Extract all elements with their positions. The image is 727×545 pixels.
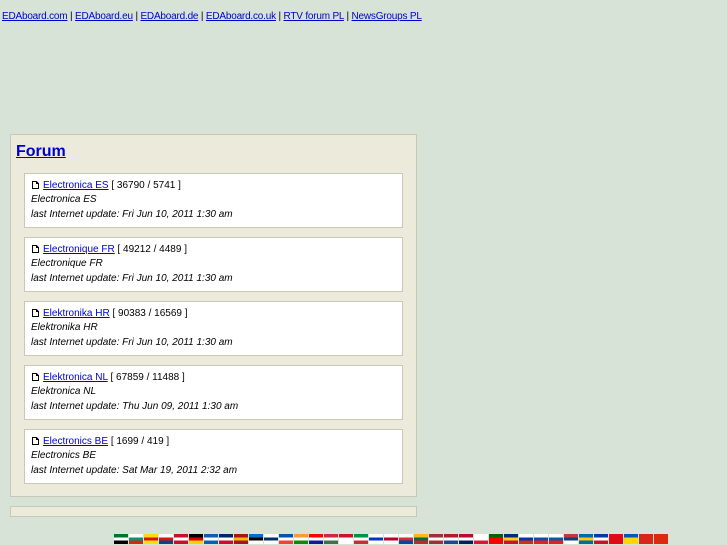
separator: | — [346, 11, 350, 22]
forum-link-elektronika-hr[interactable]: Elektronika HR — [43, 308, 110, 319]
lv-flag-icon[interactable] — [429, 534, 443, 544]
document-icon — [32, 309, 39, 317]
forum-item-electronics-be: Electronics BE [ 1699 / 419 ] Electronic… — [24, 429, 403, 484]
item-header: Elektronica NL [ 67859 / 11488 ] — [32, 372, 185, 383]
forum-panel: Forum Electronica ES [ 36790 / 5741 ] El… — [10, 134, 417, 497]
lt-flag-icon[interactable] — [414, 534, 428, 544]
link-newsgroups-pl[interactable]: NewsGroups PL — [352, 11, 422, 22]
document-icon — [32, 245, 39, 253]
item-counts: [ 90383 / 16569 ] — [112, 308, 188, 319]
cn-flag-icon[interactable] — [654, 534, 668, 544]
document-icon — [32, 181, 39, 189]
item-header: Electronica ES [ 36790 / 5741 ] — [32, 180, 181, 191]
item-last-update: last Internet update: Sat Mar 19, 2011 2… — [31, 465, 238, 476]
hu-flag-icon[interactable] — [324, 534, 338, 544]
es-flag-icon[interactable] — [234, 534, 248, 544]
item-description: Electronique FR — [31, 258, 103, 269]
hr-flag-icon[interactable] — [309, 534, 323, 544]
ro-flag-icon[interactable] — [504, 534, 518, 544]
item-description: Electronica ES — [31, 194, 97, 205]
link-edaboard-eu[interactable]: EDAboard.eu — [75, 11, 133, 22]
forum-link-electronique-fr[interactable]: Electronique FR — [43, 244, 115, 255]
fr-flag-icon[interactable] — [279, 534, 293, 544]
ee-flag-icon[interactable] — [249, 534, 263, 544]
separator: | — [200, 11, 204, 22]
link-edaboard-de[interactable]: EDAboard.de — [140, 11, 198, 22]
no-flag-icon[interactable] — [459, 534, 473, 544]
ru-flag-icon[interactable] — [519, 534, 533, 544]
item-counts: [ 67859 / 11488 ] — [110, 372, 185, 383]
document-icon — [32, 437, 39, 445]
item-header: Electronique FR [ 49212 / 4489 ] — [32, 244, 187, 255]
in-flag-icon[interactable] — [294, 534, 308, 544]
ae-flag-icon[interactable] — [114, 534, 128, 544]
language-flags — [114, 534, 669, 545]
item-last-update: last Internet update: Fri Jun 10, 2011 1… — [31, 273, 233, 284]
dk-flag-icon[interactable] — [174, 534, 188, 544]
item-description: Elektronica NL — [31, 386, 97, 397]
cz-flag-icon[interactable] — [159, 534, 173, 544]
si-flag-icon[interactable] — [549, 534, 563, 544]
item-header: Elektronika HR [ 90383 / 16569 ] — [32, 308, 188, 319]
se-flag-icon[interactable] — [579, 534, 593, 544]
de-flag-icon[interactable] — [189, 534, 203, 544]
item-counts: [ 49212 / 4489 ] — [117, 244, 187, 255]
it-flag-icon[interactable] — [354, 534, 368, 544]
forum-link-electronics-be[interactable]: Electronics BE — [43, 436, 108, 447]
rs-flag-icon[interactable] — [564, 534, 578, 544]
item-header: Electronics BE [ 1699 / 419 ] — [32, 436, 169, 447]
il-flag-icon[interactable] — [369, 534, 383, 544]
link-rtv-forum-pl[interactable]: RTV forum PL — [284, 11, 345, 22]
fi-flag-icon[interactable] — [264, 534, 278, 544]
item-last-update: last Internet update: Fri Jun 10, 2011 1… — [31, 209, 233, 220]
gr-flag-icon[interactable] — [204, 534, 218, 544]
forum-link-electronica-es[interactable]: Electronica ES — [43, 180, 109, 191]
separator: | — [278, 11, 282, 22]
link-edaboard-co-uk[interactable]: EDAboard.co.uk — [206, 11, 276, 22]
footer-bar — [10, 506, 417, 517]
document-icon — [32, 373, 39, 381]
vn-flag-icon[interactable] — [639, 534, 653, 544]
tr-flag-icon[interactable] — [609, 534, 623, 544]
forum-heading: Forum — [16, 143, 66, 161]
item-counts: [ 36790 / 5741 ] — [111, 180, 181, 191]
sk-flag-icon[interactable] — [534, 534, 548, 544]
item-counts: [ 1699 / 419 ] — [110, 436, 170, 447]
nl-flag-icon[interactable] — [444, 534, 458, 544]
forum-title-link[interactable]: Forum — [16, 143, 66, 160]
link-edaboard-com[interactable]: EDAboard.com — [2, 11, 68, 22]
en-flag-icon[interactable] — [219, 534, 233, 544]
forum-link-elektronica-nl[interactable]: Elektronica NL — [43, 372, 108, 383]
pt-flag-icon[interactable] — [489, 534, 503, 544]
item-last-update: last Internet update: Thu Jun 09, 2011 1… — [31, 401, 239, 412]
forum-item-electronique-fr: Electronique FR [ 49212 / 4489 ] Electro… — [24, 237, 403, 292]
separator: | — [135, 11, 138, 22]
forum-item-elektronika-hr: Elektronika HR [ 90383 / 16569 ] Elektro… — [24, 301, 403, 356]
item-description: Electronics BE — [31, 450, 97, 461]
ca-flag-icon[interactable] — [144, 534, 158, 544]
kr-flag-icon[interactable] — [399, 534, 413, 544]
item-last-update: last Internet update: Fri Jun 10, 2011 1… — [31, 337, 233, 348]
item-description: Elektronika HR — [31, 322, 98, 333]
forum-item-elektronica-nl: Elektronica NL [ 67859 / 11488 ] Elektro… — [24, 365, 403, 420]
forum-item-electronica-es: Electronica ES [ 36790 / 5741 ] Electron… — [24, 173, 403, 228]
id-flag-icon[interactable] — [339, 534, 353, 544]
ua-flag-icon[interactable] — [624, 534, 638, 544]
top-navigation: EDAboard.com | EDAboard.eu | EDAboard.de… — [2, 11, 422, 22]
separator: | — [70, 11, 73, 22]
pl-flag-icon[interactable] — [474, 534, 488, 544]
jp-flag-icon[interactable] — [384, 534, 398, 544]
ph-flag-icon[interactable] — [594, 534, 608, 544]
bg-flag-icon[interactable] — [129, 534, 143, 544]
